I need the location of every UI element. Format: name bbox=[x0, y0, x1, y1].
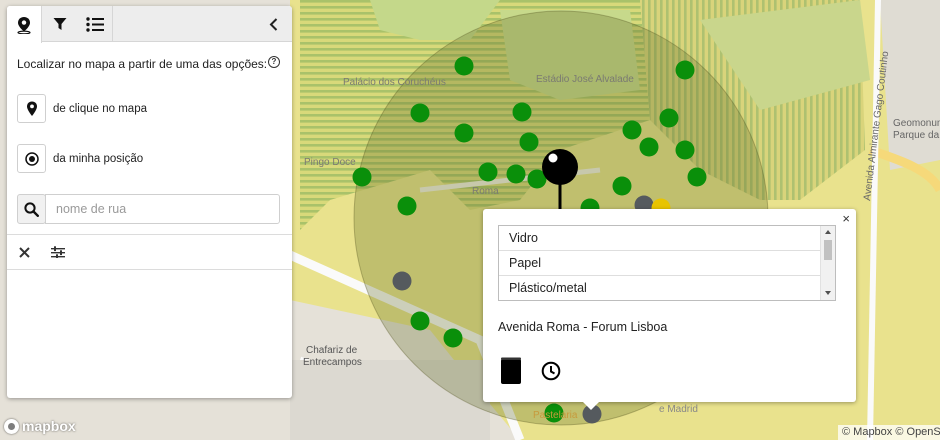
street-search-input[interactable] bbox=[45, 194, 280, 224]
pin-head[interactable] bbox=[542, 149, 578, 185]
close-icon bbox=[18, 246, 30, 258]
locate-heading: Localizar no mapa a partir de uma das op… bbox=[17, 57, 268, 71]
materials-list[interactable]: Vidro Papel Plástico/metal bbox=[498, 225, 836, 301]
mapbox-logo-text: mapbox bbox=[22, 418, 76, 434]
tab-filter[interactable] bbox=[42, 6, 77, 42]
panel-tabs bbox=[7, 6, 292, 43]
material-item[interactable]: Plástico/metal bbox=[499, 276, 821, 300]
map-attribution[interactable]: © Mapbox © OpenStreetMap bbox=[838, 425, 940, 440]
list-icon bbox=[85, 16, 104, 32]
label-chafariz-1: Chafariz de bbox=[306, 345, 358, 356]
place-name: Avenida Roma - Forum Lisboa bbox=[498, 320, 668, 334]
mapbox-logo[interactable]: mapbox bbox=[4, 418, 76, 434]
urban-block-east bbox=[880, 0, 940, 170]
container-marker[interactable] bbox=[512, 102, 532, 122]
material-item[interactable]: Vidro bbox=[499, 226, 821, 251]
container-marker[interactable] bbox=[612, 176, 632, 196]
help-icon[interactable]: ? bbox=[268, 56, 280, 68]
scroll-thumb[interactable] bbox=[824, 240, 832, 260]
container-info-button[interactable] bbox=[500, 357, 522, 390]
popup-close-button[interactable]: × bbox=[842, 212, 850, 226]
container-marker[interactable] bbox=[687, 167, 707, 187]
container-icon bbox=[501, 357, 521, 384]
popup-tip bbox=[582, 401, 600, 410]
label-madrid: e Madrid bbox=[659, 404, 698, 415]
settings-button[interactable] bbox=[49, 243, 67, 261]
container-marker[interactable] bbox=[454, 56, 474, 76]
material-item[interactable]: Papel bbox=[499, 251, 821, 276]
target-icon bbox=[24, 151, 39, 166]
container-marker[interactable] bbox=[443, 328, 463, 348]
pin-highlight bbox=[548, 153, 558, 163]
panel-toolbar bbox=[7, 234, 292, 270]
label-palacio: Palácio dos Coruchéus bbox=[343, 77, 446, 88]
container-marker[interactable] bbox=[478, 162, 498, 182]
container-marker[interactable] bbox=[519, 132, 539, 152]
container-marker[interactable] bbox=[410, 103, 430, 123]
scroll-down-icon[interactable] bbox=[825, 291, 831, 295]
container-marker[interactable] bbox=[659, 108, 679, 128]
container-marker[interactable] bbox=[410, 311, 430, 331]
label-pastelaria: Pastelaria bbox=[533, 410, 578, 421]
label-pingo-doce: Pingo Doce bbox=[304, 157, 356, 168]
collapse-panel-button[interactable] bbox=[260, 6, 286, 42]
container-marker[interactable] bbox=[352, 167, 372, 187]
label-geomon: Geomonum bbox=[893, 118, 940, 129]
side-panel: Localizar no mapa a partir de uma das op… bbox=[7, 6, 292, 398]
locate-by-position-label: da minha posição bbox=[53, 153, 144, 165]
label-roma: Roma bbox=[472, 186, 499, 197]
clock-icon bbox=[541, 361, 561, 381]
materials-scrollbar[interactable] bbox=[820, 226, 835, 300]
container-marker[interactable] bbox=[675, 60, 695, 80]
chevron-left-icon bbox=[269, 17, 277, 31]
label-estadio: Estádio José Alvalade bbox=[536, 74, 634, 85]
locate-by-click-button[interactable] bbox=[17, 94, 46, 123]
locate-by-click-label: de clique no mapa bbox=[53, 103, 147, 115]
map-pin-icon bbox=[26, 101, 37, 116]
container-marker[interactable] bbox=[622, 120, 642, 140]
street-search-button[interactable] bbox=[17, 194, 46, 224]
map-pin-icon bbox=[17, 16, 31, 34]
container-marker[interactable] bbox=[454, 123, 474, 143]
search-icon bbox=[24, 201, 39, 217]
container-marker[interactable] bbox=[397, 196, 417, 216]
filter-icon bbox=[53, 18, 66, 30]
container-marker[interactable] bbox=[506, 164, 526, 184]
container-popup: × Vidro Papel Plástico/metal Avenida Rom… bbox=[483, 209, 856, 402]
container-marker[interactable] bbox=[639, 137, 659, 157]
label-chafariz-2: Entrecampos bbox=[303, 357, 362, 368]
locate-by-position-button[interactable] bbox=[17, 144, 46, 173]
mapbox-logo-icon bbox=[4, 418, 19, 434]
container-marker[interactable] bbox=[675, 140, 695, 160]
tab-list[interactable] bbox=[77, 6, 113, 42]
label-parque: Parque da bbox=[893, 130, 940, 141]
scroll-up-icon[interactable] bbox=[825, 230, 831, 234]
clear-button[interactable] bbox=[15, 243, 33, 261]
tab-locate[interactable] bbox=[7, 6, 42, 43]
container-marker[interactable] bbox=[392, 271, 412, 291]
sliders-icon bbox=[51, 246, 65, 258]
schedule-button[interactable] bbox=[541, 361, 561, 386]
